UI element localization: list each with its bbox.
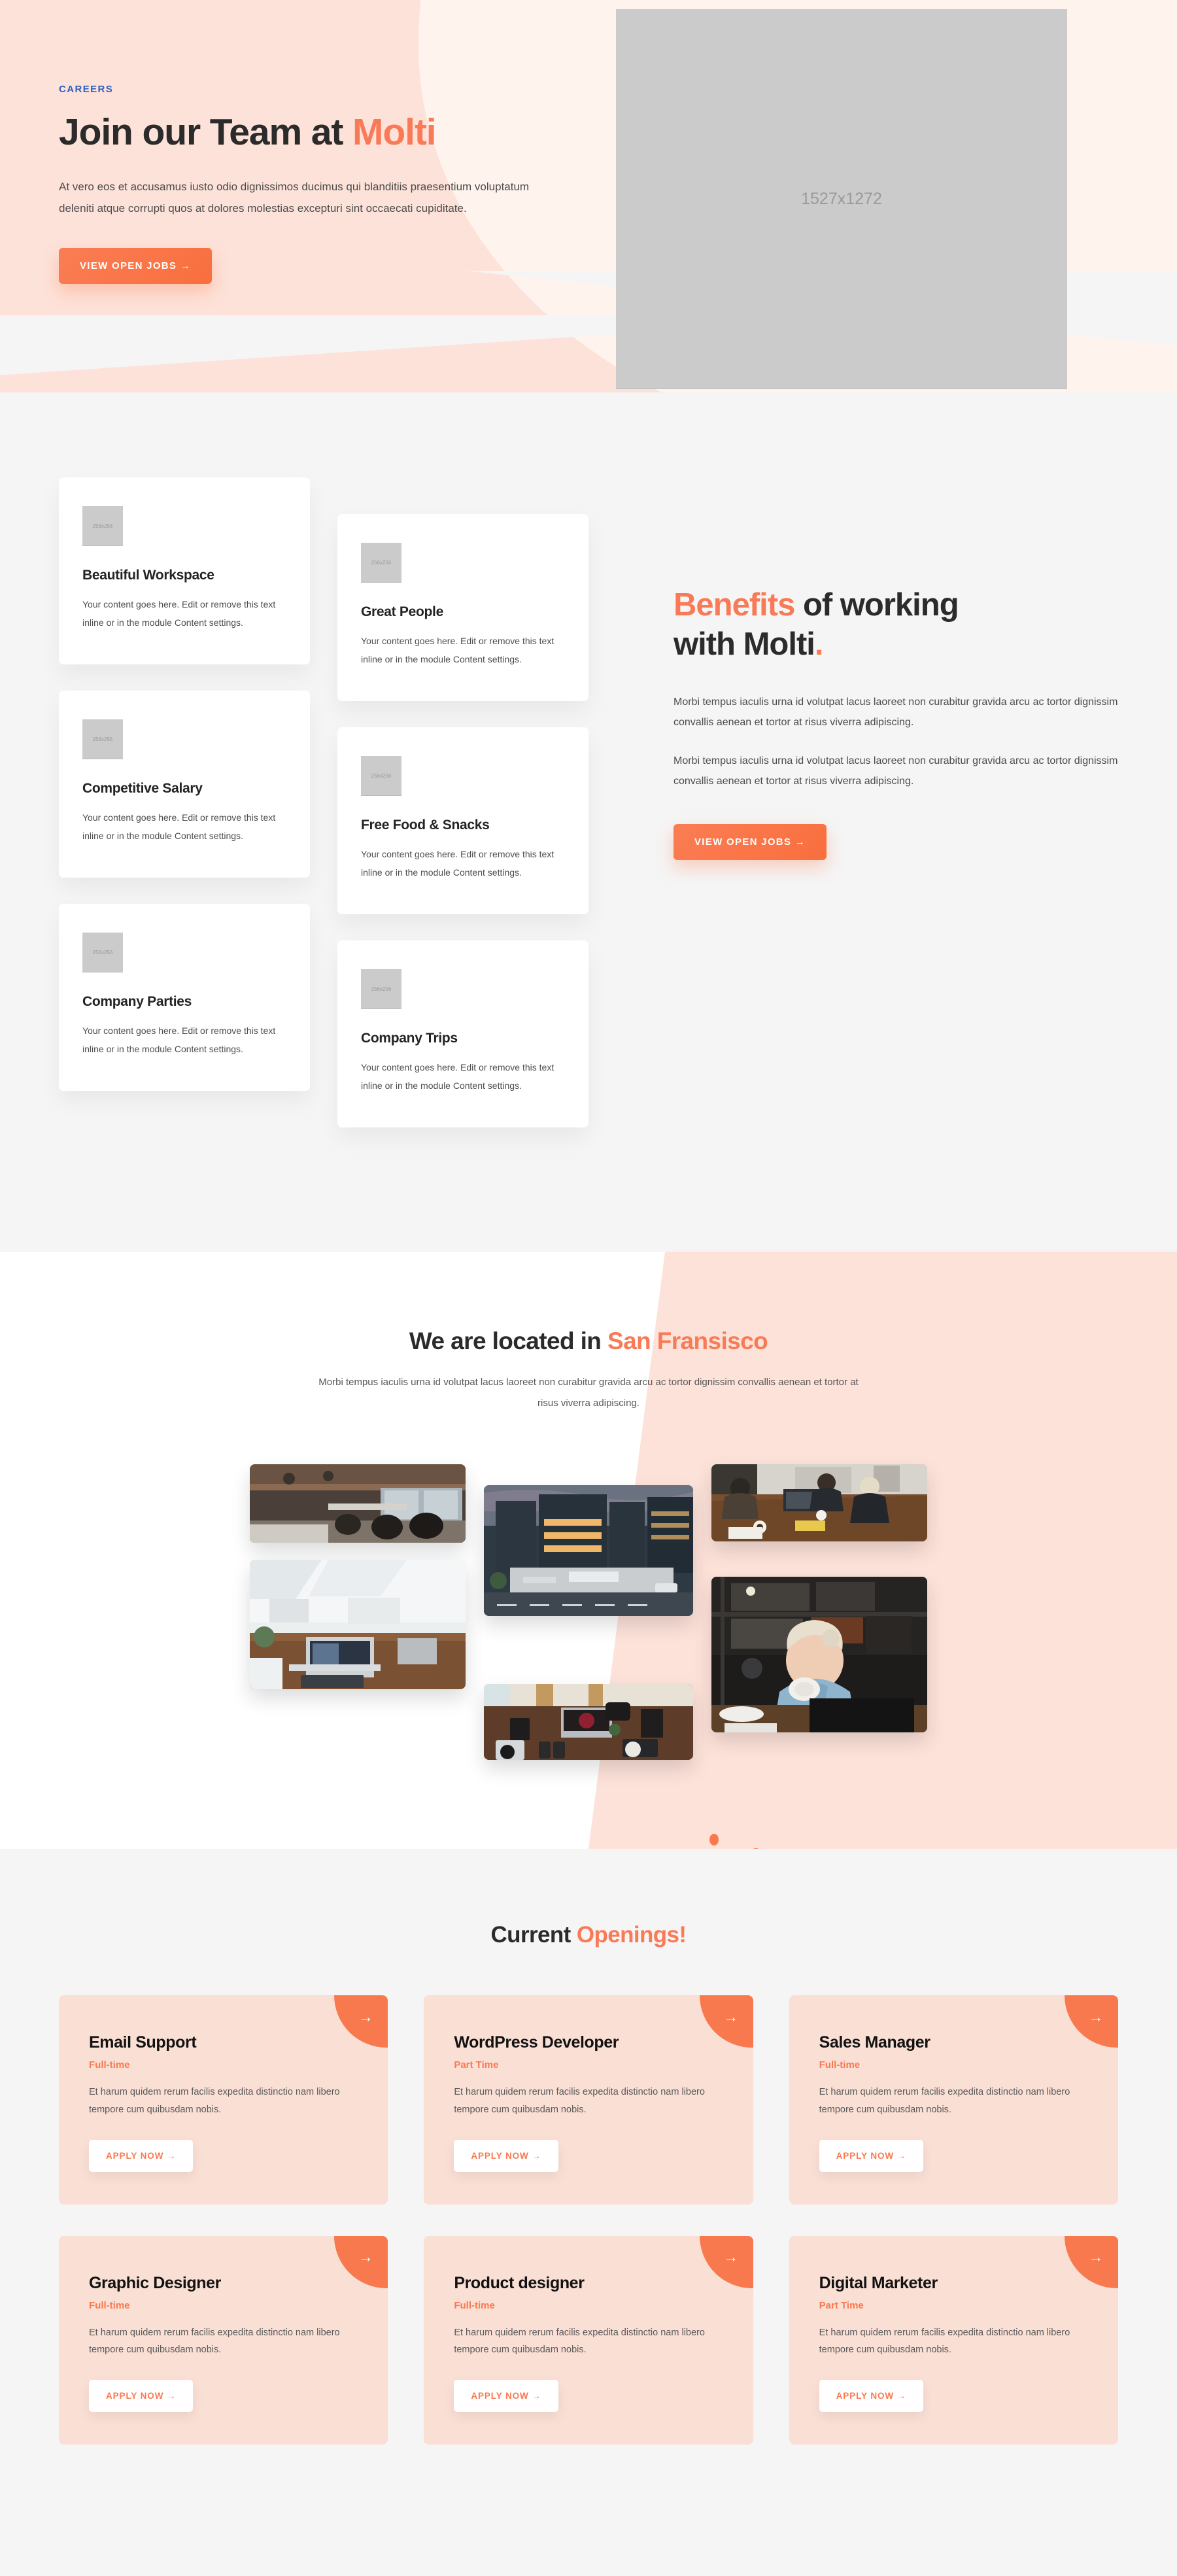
benefit-card-title: Great People [361, 604, 443, 619]
benefit-card-body: Your content goes here. Edit or remove t… [361, 849, 554, 878]
benefit-card-title: Free Food & Snacks [361, 817, 490, 833]
benefit-icon-placeholder: 256x256 [82, 719, 123, 759]
job-description: Et harum quidem rerum facilis expedita d… [89, 2087, 340, 2115]
city-building-dusk-photo [484, 1485, 693, 1616]
benefits-paragraph-1: Morbi tempus iaculis urna id volutpat la… [674, 696, 1118, 728]
location-title-accent: San Fransisco [607, 1328, 768, 1354]
openings-title-accent: Openings! [576, 1922, 687, 1948]
benefit-cards-column: 256x256 Beautiful Workspace Your content… [59, 477, 588, 1154]
benefit-card-body: Your content goes here. Edit or remove t… [361, 636, 554, 664]
benefits-copy-block: Benefits of working with Molti. Morbi tem… [588, 477, 1118, 1154]
open-plan-office-photo [250, 1464, 466, 1543]
job-description: Et harum quidem rerum facilis expedita d… [819, 2327, 1070, 2356]
job-description: Et harum quidem rerum facilis expedita d… [819, 2087, 1070, 2115]
job-title: Graphic Designer [89, 2273, 221, 2292]
job-type-badge: Full-time [454, 2299, 495, 2311]
openings-title: Current Openings! [59, 1922, 1118, 1948]
job-description: Et harum quidem rerum facilis expedita d… [454, 2087, 705, 2115]
hero-eyebrow: CAREERS [59, 84, 114, 95]
apply-now-button[interactable]: APPLY NOW → [89, 2380, 194, 2413]
benefits-title-plain-1: of working [794, 587, 959, 623]
careers-landing-page: CAREERS Join our Team at Molti At vero e… [0, 0, 1177, 2534]
benefit-card: 256x256 Company Trips Your content goes … [337, 940, 588, 1127]
hero-title-accent: Molti [352, 111, 437, 153]
apply-now-button[interactable]: APPLY NOW → [454, 2380, 558, 2413]
woman-coffee-window-photo [711, 1577, 927, 1732]
job-title: WordPress Developer [454, 2033, 619, 2052]
hero-title-plain: Join our Team at [59, 111, 352, 153]
benefit-card-title: Beautiful Workspace [82, 568, 214, 583]
benefit-card: 256x256 Competitive Salary Your content … [59, 691, 310, 878]
job-card[interactable]: → Email Support Full-time Et harum quide… [59, 1995, 388, 2205]
location-photo-gallery [216, 1464, 961, 1849]
benefit-cards-left-column: 256x256 Beautiful Workspace Your content… [59, 477, 310, 1154]
hero-image-figure: 1527x1272 [616, 9, 1067, 388]
hero-image-placeholder: 1527x1272 [616, 9, 1067, 388]
job-card[interactable]: → Digital Marketer Part Time Et harum qu… [789, 2235, 1118, 2445]
job-type-badge: Part Time [819, 2299, 864, 2311]
page-title: Join our Team at Molti [59, 111, 556, 154]
benefit-card-body: Your content goes here. Edit or remove t… [82, 812, 276, 841]
job-type-badge: Full-time [89, 2299, 130, 2311]
job-card[interactable]: → Sales Manager Full-time Et harum quide… [789, 1995, 1118, 2205]
benefit-card: 256x256 Company Parties Your content goe… [59, 904, 310, 1091]
job-type-badge: Full-time [819, 2059, 861, 2070]
benefit-card-title: Competitive Salary [82, 781, 203, 796]
apply-now-button[interactable]: APPLY NOW → [89, 2139, 194, 2172]
job-title: Product designer [454, 2273, 585, 2292]
benefit-card-body: Your content goes here. Edit or remove t… [361, 1062, 554, 1091]
hero-section: CAREERS Join our Team at Molti At vero e… [0, 0, 1177, 392]
benefit-icon-placeholder: 256x256 [82, 506, 123, 545]
benefit-icon-placeholder: 256x256 [361, 543, 401, 582]
location-description: Morbi tempus iaculis urna id volutpat la… [318, 1377, 859, 1409]
benefit-card: 256x256 Great People Your content goes h… [337, 514, 588, 701]
benefits-title-dot: . [814, 626, 824, 662]
benefit-icon-placeholder: 256x256 [361, 969, 401, 1008]
hero-copy-block: CAREERS Join our Team at Molti At vero e… [59, 0, 556, 284]
apply-now-button[interactable]: APPLY NOW → [819, 2139, 924, 2172]
job-type-badge: Part Time [454, 2059, 499, 2070]
job-title: Sales Manager [819, 2033, 930, 2052]
benefit-card-title: Company Trips [361, 1031, 458, 1046]
job-title: Digital Marketer [819, 2273, 938, 2292]
view-open-jobs-button[interactable]: VIEW OPEN JOBS → [674, 824, 827, 861]
benefit-icon-placeholder: 256x256 [361, 756, 401, 795]
job-card[interactable]: → WordPress Developer Part Time Et harum… [424, 1995, 753, 2205]
apply-now-button[interactable]: APPLY NOW → [454, 2139, 558, 2172]
benefit-card-body: Your content goes here. Edit or remove t… [82, 1025, 276, 1054]
location-title-plain: We are located in [409, 1328, 607, 1354]
hero-description: At vero eos et accusamus iusto odio dign… [59, 180, 530, 215]
benefits-section: 256x256 Beautiful Workspace Your content… [0, 392, 1177, 1252]
benefit-card: 256x256 Free Food & Snacks Your content … [337, 727, 588, 914]
meeting-table-photo [711, 1464, 927, 1541]
benefits-title-accent: Benefits [674, 587, 795, 623]
benefits-title: Benefits of working with Molti. [674, 586, 1118, 664]
white-loft-desk-photo [250, 1560, 466, 1689]
job-description: Et harum quidem rerum facilis expedita d… [454, 2327, 705, 2356]
apply-now-button[interactable]: APPLY NOW → [819, 2380, 924, 2413]
location-heading-block: We are located in San Fransisco Morbi te… [0, 1328, 1177, 1413]
job-card[interactable]: → Graphic Designer Full-time Et harum qu… [59, 2235, 388, 2445]
home-office-desk-photo [484, 1684, 693, 1760]
benefit-icon-placeholder: 256x256 [82, 933, 123, 972]
benefit-card: 256x256 Beautiful Workspace Your content… [59, 477, 310, 664]
job-type-badge: Full-time [89, 2059, 130, 2070]
benefit-cards-right-column: 256x256 Great People Your content goes h… [337, 477, 588, 1154]
benefit-card-body: Your content goes here. Edit or remove t… [82, 599, 276, 628]
job-card[interactable]: → Product designer Full-time Et harum qu… [424, 2235, 753, 2445]
benefit-card-title: Company Parties [82, 994, 192, 1009]
openings-section: Current Openings! → Email Support Full-t… [0, 1849, 1177, 2534]
job-listing-grid: → Email Support Full-time Et harum quide… [59, 1995, 1118, 2445]
job-description: Et harum quidem rerum facilis expedita d… [89, 2327, 340, 2356]
decorative-dot-pattern [709, 1834, 759, 1849]
benefits-title-plain-2: with Molti [674, 626, 815, 662]
openings-title-plain: Current [490, 1922, 577, 1948]
view-open-jobs-button[interactable]: VIEW OPEN JOBS → [59, 248, 212, 284]
benefits-paragraph-2: Morbi tempus iaculis urna id volutpat la… [674, 755, 1118, 787]
job-title: Email Support [89, 2033, 197, 2052]
location-section: We are located in San Fransisco Morbi te… [0, 1252, 1177, 1849]
location-title: We are located in San Fransisco [0, 1328, 1177, 1355]
